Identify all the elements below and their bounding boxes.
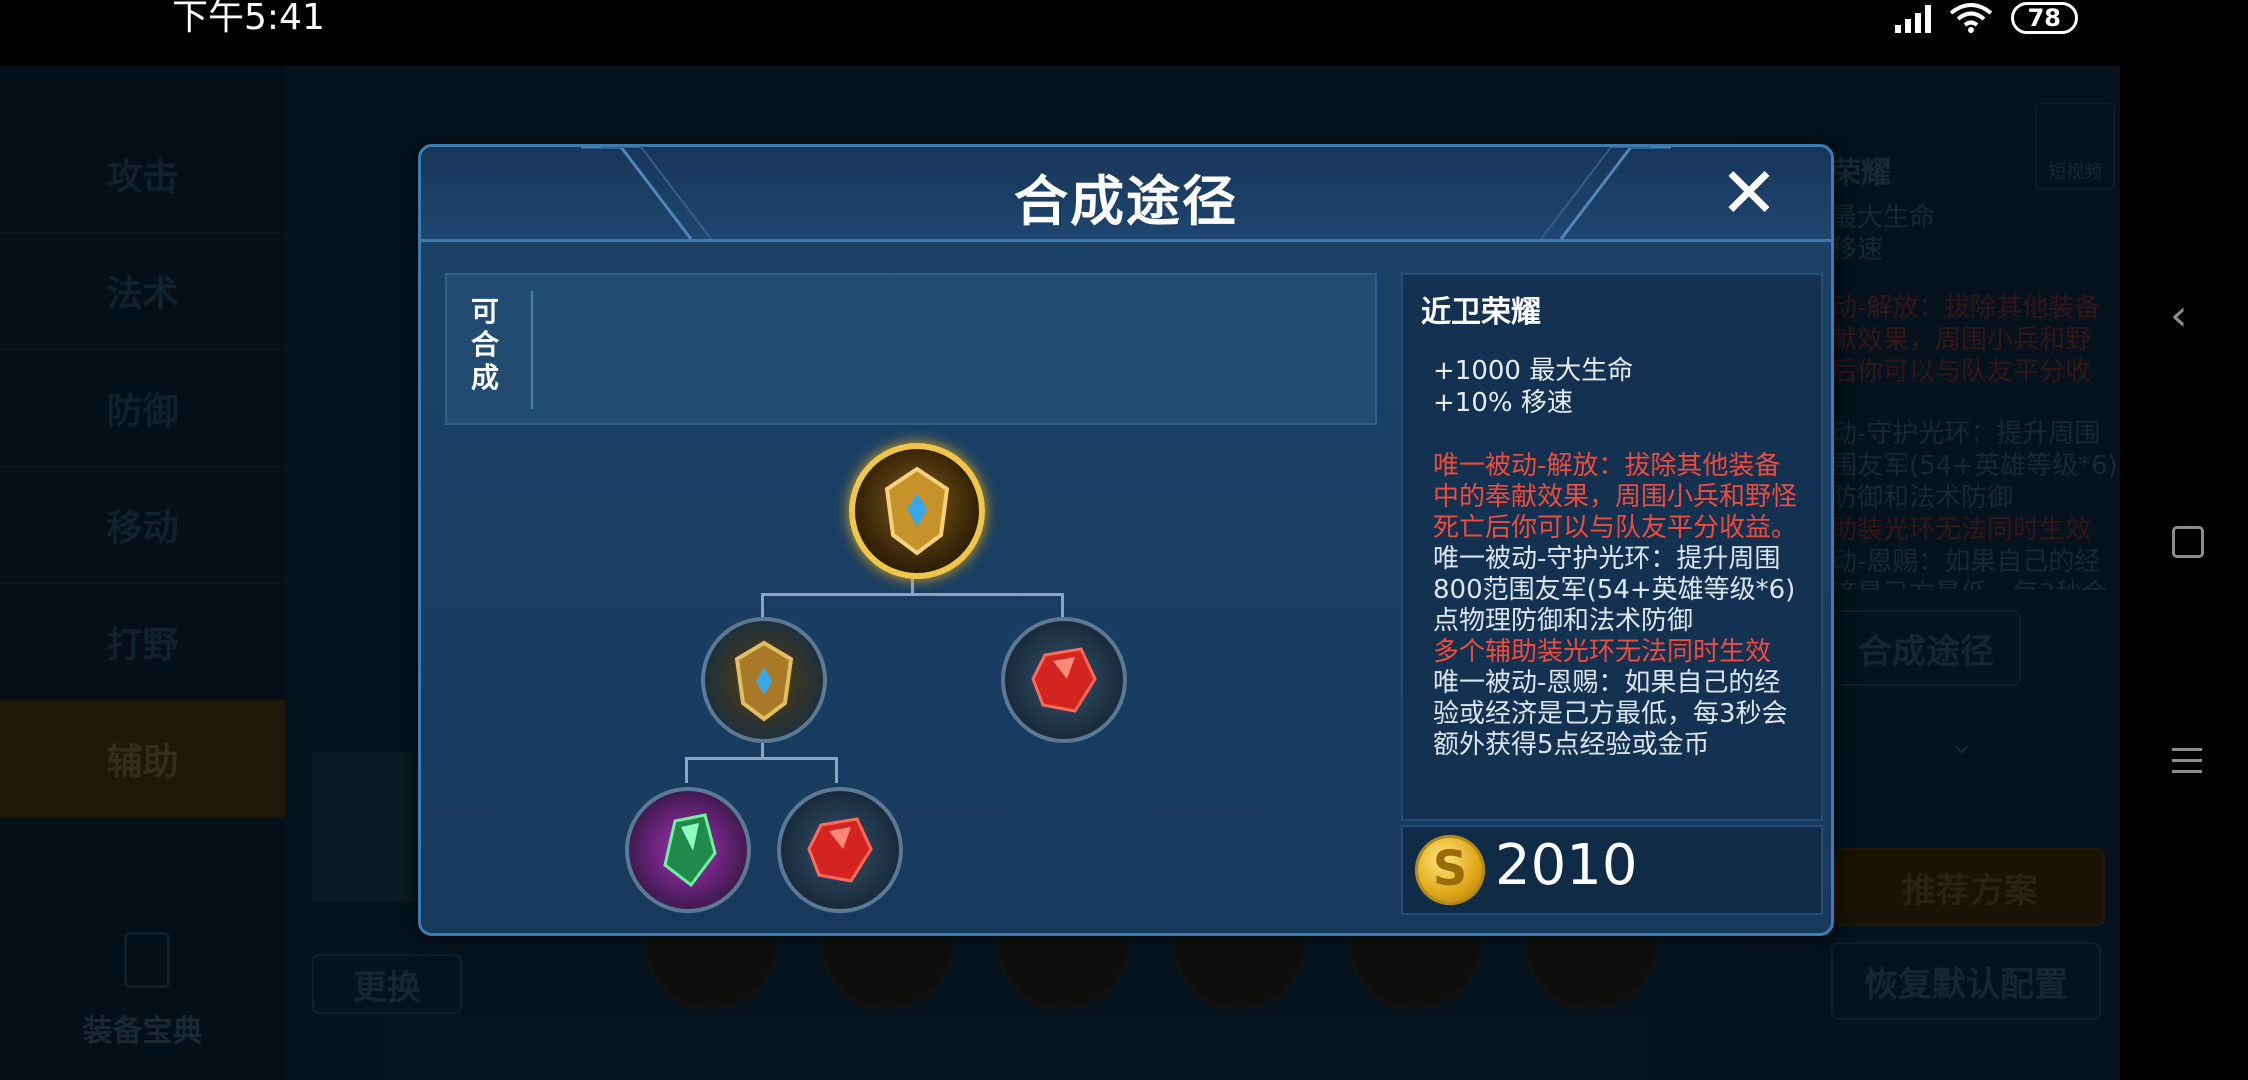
gold-crest-icon <box>734 640 794 722</box>
wifi-icon <box>1949 3 1992 33</box>
item-stats: +1000 最大生命 +10% 移速 <box>1433 355 1633 419</box>
status-icons: 78 <box>1894 0 2078 36</box>
item-info-panel: 近卫荣耀 +1000 最大生命 +10% 移速 唯一被动-解放：拔除其他装备中的… <box>1401 273 1823 821</box>
green-crystal-icon <box>663 813 717 888</box>
tree-connector <box>685 757 838 760</box>
red-gem-icon <box>807 817 873 883</box>
red-gem-icon <box>1031 647 1097 713</box>
stat-line: +10% 移速 <box>1433 388 1573 418</box>
status-bar: 下午5:41 78 <box>0 0 2248 66</box>
tree-connector <box>835 757 838 783</box>
green-crystal-icon[interactable] <box>625 787 751 913</box>
gold-crest-icon[interactable] <box>701 617 827 743</box>
tree-connector <box>685 757 688 783</box>
craft-path-dialog: 合成途径 ✕ 可合成 近卫荣耀 +1000 最大生命 +10% 移速 唯一被动-… <box>418 144 1834 936</box>
item-price: 2010 <box>1495 833 1638 898</box>
stat-line: +1000 最大生命 <box>1433 356 1634 386</box>
passive-grace: 唯一被动-恩赐：如果自己的经验或经济是己方最低，每3秒会额外获得5点经验或金币 <box>1433 668 1788 760</box>
red-gem-icon[interactable] <box>777 787 903 913</box>
aura-stack-note: 多个辅助装光环无法同时生效 <box>1433 637 1772 667</box>
golden-shield-icon <box>884 466 950 556</box>
tree-connector <box>761 593 1064 596</box>
gold-coin-icon: S <box>1415 835 1485 905</box>
passive-guardian-aura: 唯一被动-守护光环：提升周围800范围友军(54+英雄等级*6)点物理防御和法术… <box>1433 544 1796 636</box>
coin-symbol: S <box>1432 841 1468 897</box>
passive-liberation: 唯一被动-解放：拔除其他装备中的奉献效果，周围小兵和野怪死亡后你可以与队友平分收… <box>1433 451 1798 543</box>
battery-indicator: 78 <box>2010 2 2078 34</box>
signal-icon <box>1894 3 1931 33</box>
golden-shield-icon[interactable] <box>849 443 985 579</box>
status-time: 下午5:41 <box>172 0 325 38</box>
red-gem-icon[interactable] <box>1001 617 1127 743</box>
item-name: 近卫荣耀 <box>1421 295 1541 330</box>
item-description: 唯一被动-解放：拔除其他装备中的奉献效果，周围小兵和野怪死亡后你可以与队友平分收… <box>1433 451 1805 761</box>
price-panel: S 2010 <box>1401 825 1823 915</box>
